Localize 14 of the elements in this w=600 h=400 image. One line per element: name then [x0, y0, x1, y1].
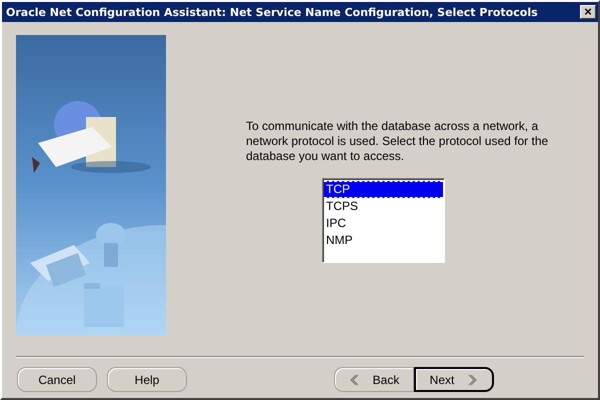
list-item[interactable]: NMP — [324, 232, 443, 249]
list-item[interactable]: TCP — [324, 181, 443, 198]
dialog-button[interactable]: Help — [107, 367, 187, 392]
protocol-list[interactable]: TCP TCPS IPC NMP — [322, 178, 445, 263]
next-button[interactable]: Next — [414, 367, 494, 392]
back-button[interactable]: Back — [334, 367, 414, 392]
dialog-button[interactable]: Cancel — [17, 367, 97, 392]
left-chevron-icon — [348, 374, 359, 386]
window-title: Oracle Net Configuration Assistant: Net Service Name Configuration, Select Protocols — [6, 6, 538, 18]
list-item[interactable]: IPC — [324, 215, 443, 232]
right-chevron-icon — [468, 374, 478, 386]
list-item[interactable]: TCPS — [324, 198, 443, 215]
instruction-text: To communicate with the database across a network, a network protocol is used. Select the protocol used for the database you want to access. — [246, 119, 550, 164]
close-button[interactable]: × — [580, 5, 596, 19]
